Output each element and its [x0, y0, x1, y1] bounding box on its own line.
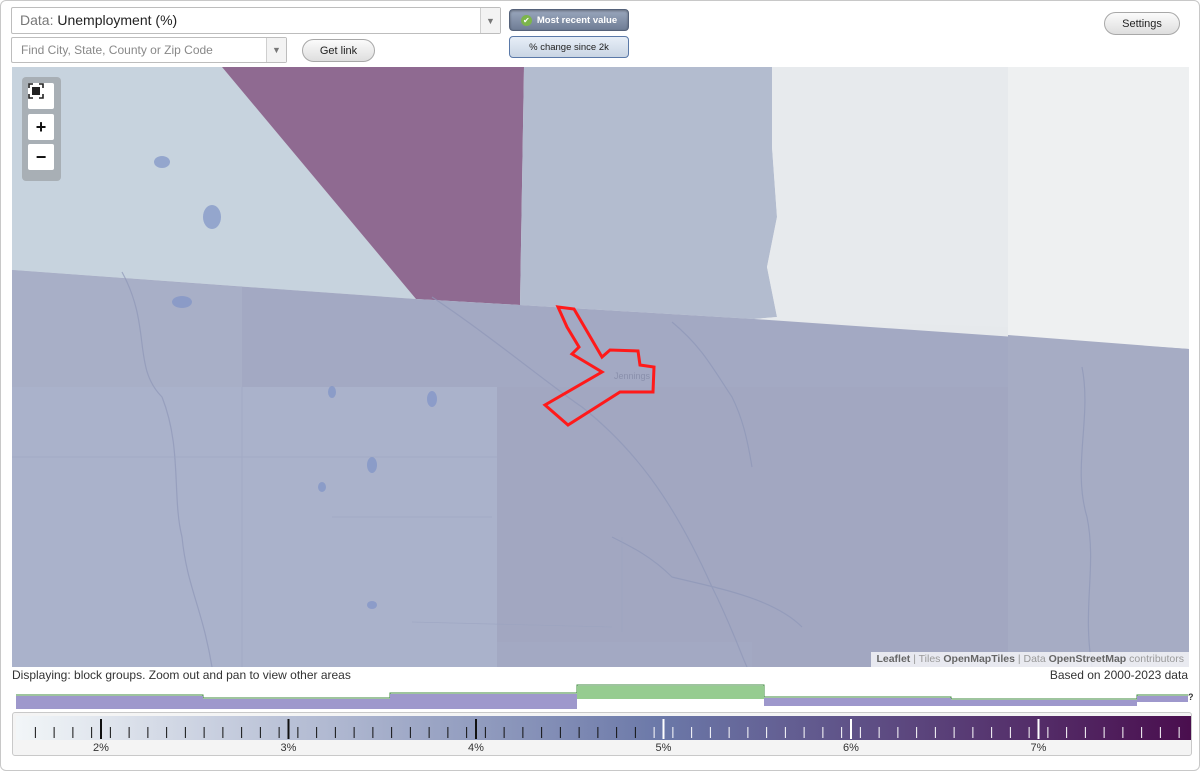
histogram-bar: [764, 698, 951, 706]
map-region[interactable]: [754, 67, 1008, 327]
legend-tick-label: 4%: [468, 742, 484, 754]
plus-icon: +: [35, 116, 47, 137]
histogram-bar: [390, 694, 577, 709]
histogram-help-icon[interactable]: ?: [1188, 692, 1194, 702]
minus-icon: −: [35, 146, 47, 167]
legend-tick-label: 2%: [93, 742, 109, 754]
openstreetmap-link[interactable]: OpenStreetMap: [1049, 653, 1127, 665]
zoom-in-button[interactable]: +: [28, 114, 54, 140]
most-recent-toggle[interactable]: ✔ Most recent value: [509, 9, 629, 31]
map-region[interactable]: [1008, 67, 1189, 352]
most-recent-label: Most recent value: [536, 14, 618, 26]
fullscreen-icon: [28, 83, 44, 99]
place-label: Jennings: [614, 371, 651, 381]
check-icon: ✔: [520, 14, 532, 26]
openmaptiles-link[interactable]: OpenMapTiles: [943, 653, 1015, 665]
chevron-down-icon[interactable]: ▼: [480, 8, 500, 33]
display-info-text: Displaying: block groups. Zoom out and p…: [12, 668, 351, 682]
map-attribution: Leaflet | Tiles OpenMapTiles | Data Open…: [871, 652, 1189, 667]
histogram-bar: [16, 696, 203, 709]
choropleth-layer: Jennings: [12, 67, 1189, 667]
zoom-control: + −: [22, 77, 61, 181]
get-link-button[interactable]: Get link: [302, 39, 375, 62]
based-on-text: Based on 2000-2023 data: [1049, 668, 1188, 682]
location-search[interactable]: ▼: [11, 37, 287, 63]
histogram-bar: [203, 699, 390, 709]
settings-button[interactable]: Settings: [1104, 12, 1180, 35]
legend-gradient-bar: [16, 716, 1191, 740]
histogram-bar: [577, 686, 764, 699]
legend-tick-label: 6%: [843, 742, 859, 754]
legend-tick-label: 5%: [656, 742, 672, 754]
legend-tick-label: 7%: [1031, 742, 1047, 754]
histogram-bar: [1137, 696, 1188, 702]
map-view[interactable]: Jennings + − Leaflet | Tiles OpenMapTile…: [12, 67, 1189, 667]
zoom-out-button[interactable]: −: [28, 144, 54, 170]
chevron-down-icon[interactable]: ▼: [266, 38, 286, 62]
search-input[interactable]: [12, 38, 266, 62]
data-select[interactable]: Data: Unemployment (%) ▼: [11, 7, 501, 34]
map-region[interactable]: [520, 67, 782, 319]
color-legend: 2% 3% 4% 5% 6% 7%: [12, 712, 1192, 756]
distribution-histogram: [16, 684, 1188, 709]
data-select-label: Data: Unemployment (%): [20, 12, 178, 28]
change-since-toggle[interactable]: % change since 2k: [509, 36, 629, 58]
histogram-bar: [951, 700, 1137, 706]
fullscreen-button[interactable]: [28, 83, 54, 109]
legend-scale: 2% 3% 4% 5% 6% 7%: [16, 716, 1191, 754]
leaflet-link[interactable]: Leaflet: [876, 653, 910, 665]
legend-tick-label: 3%: [281, 742, 297, 754]
